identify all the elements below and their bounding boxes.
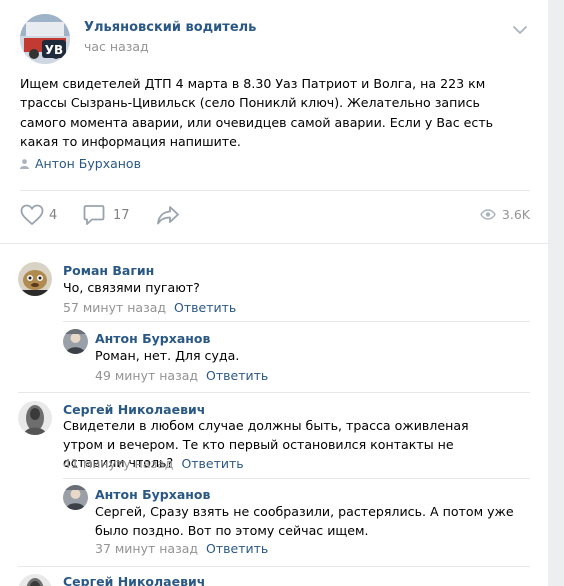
view-count: 3.6K bbox=[501, 207, 530, 222]
divider bbox=[20, 190, 530, 191]
comment-text: Чо, связями пугают? bbox=[63, 280, 200, 295]
reply-button[interactable]: Ответить bbox=[206, 541, 268, 556]
comment-button[interactable]: 17 bbox=[83, 204, 130, 226]
commenter-avatar[interactable] bbox=[18, 401, 52, 435]
comment-author[interactable]: Сергей Николаевич bbox=[63, 574, 205, 586]
post-timestamp[interactable]: час назад bbox=[84, 39, 149, 54]
comment-icon bbox=[83, 205, 105, 225]
divider bbox=[0, 243, 548, 244]
divider bbox=[63, 321, 530, 322]
post-card: УВ Ульяновский водитель час назад Ищем с… bbox=[0, 0, 548, 586]
comment-time[interactable]: 49 минут назад bbox=[95, 368, 198, 383]
comment-text: Сергей, Сразу взять не сообразили, расте… bbox=[95, 504, 514, 538]
share-button[interactable] bbox=[156, 204, 180, 226]
group-avatar-logo-text: УВ bbox=[45, 43, 63, 57]
comment-time[interactable]: 57 минут назад bbox=[63, 300, 166, 315]
comment-author[interactable]: Антон Бурханов bbox=[95, 331, 210, 346]
comment-meta: 41 минуту назад Ответить bbox=[63, 456, 244, 471]
chevron-down-icon bbox=[513, 26, 527, 34]
comment-text: Роман, нет. Для суда. bbox=[95, 348, 240, 363]
comment-meta: 49 минут назад Ответить bbox=[95, 368, 268, 383]
comment-time[interactable]: 41 минуту назад bbox=[63, 456, 173, 471]
post-actions: 4 17 3.6K bbox=[20, 204, 530, 230]
commenter-avatar[interactable] bbox=[63, 485, 88, 510]
post-text: Ищем свидетелей ДТП 4 марта в 8.30 Уаз П… bbox=[20, 76, 494, 149]
comment-count: 17 bbox=[113, 207, 130, 223]
comment-meta: 37 минут назад Ответить bbox=[95, 541, 268, 556]
comment-author[interactable]: Сергей Николаевич bbox=[63, 402, 205, 417]
commenter-avatar[interactable] bbox=[18, 262, 52, 296]
post-signer-name: Антон Бурханов bbox=[35, 156, 141, 171]
divider bbox=[18, 392, 530, 393]
comment-author[interactable]: Роман Вагин bbox=[63, 263, 154, 278]
share-icon bbox=[157, 206, 179, 225]
heart-icon bbox=[20, 204, 44, 226]
reply-button[interactable]: Ответить bbox=[174, 300, 236, 315]
reply-button[interactable]: Ответить bbox=[181, 456, 243, 471]
commenter-avatar[interactable] bbox=[18, 574, 52, 586]
view-counter: 3.6K bbox=[480, 207, 530, 222]
like-count: 4 bbox=[49, 207, 58, 223]
comment-author[interactable]: Антон Бурханов bbox=[95, 487, 210, 502]
like-button[interactable]: 4 bbox=[20, 204, 57, 226]
post-author-name[interactable]: Ульяновский водитель bbox=[84, 20, 256, 35]
post-menu-button[interactable] bbox=[510, 22, 530, 38]
reply-button[interactable]: Ответить bbox=[206, 368, 268, 383]
post-signer[interactable]: Антон Бурханов bbox=[20, 156, 141, 171]
divider bbox=[18, 566, 530, 567]
comment-time[interactable]: 37 минут назад bbox=[95, 541, 198, 556]
page-background bbox=[548, 0, 564, 586]
commenter-avatar[interactable] bbox=[63, 329, 88, 354]
eye-icon bbox=[480, 209, 496, 220]
divider bbox=[63, 478, 530, 479]
comment-meta: 57 минут назад Ответить bbox=[63, 300, 236, 315]
group-avatar[interactable]: УВ bbox=[20, 14, 70, 64]
user-icon bbox=[20, 158, 29, 169]
